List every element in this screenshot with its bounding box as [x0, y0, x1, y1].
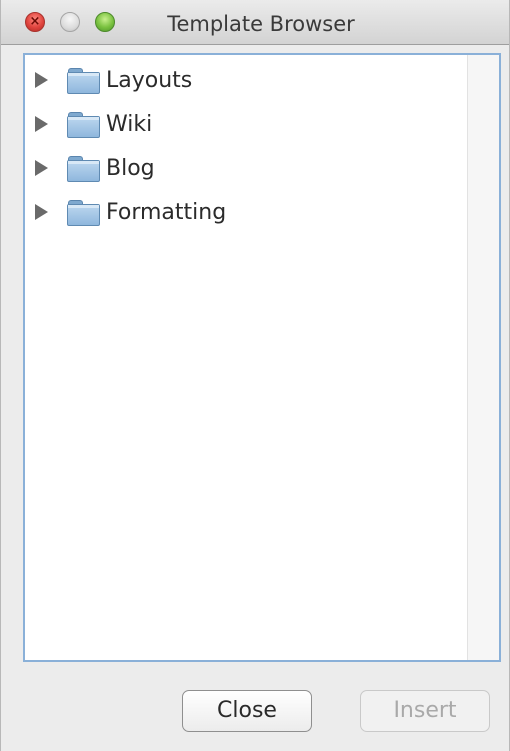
tree-item-label: Formatting [106, 200, 227, 225]
folder-icon [67, 112, 100, 138]
title-bar[interactable]: × Template Browser [1, 0, 509, 45]
close-button[interactable]: Close [182, 690, 312, 732]
tree-item-blog[interactable]: Blog [25, 151, 465, 187]
window-title: Template Browser [167, 12, 355, 36]
disclosure-triangle-icon[interactable] [35, 72, 48, 88]
tree-item-wiki[interactable]: Wiki [25, 107, 465, 143]
vertical-scrollbar[interactable] [467, 55, 499, 660]
tree-item-label: Layouts [106, 68, 193, 93]
disclosure-triangle-icon[interactable] [35, 116, 48, 132]
insert-button[interactable]: Insert [360, 690, 490, 732]
folder-icon [67, 200, 100, 226]
template-tree[interactable]: Layouts Wiki Blog Formatting [23, 53, 501, 662]
tree-item-label: Wiki [106, 112, 153, 137]
folder-icon [67, 68, 100, 94]
tree-item-formatting[interactable]: Formatting [25, 195, 465, 231]
disclosure-triangle-icon[interactable] [35, 204, 48, 220]
tree-item-layouts[interactable]: Layouts [25, 63, 465, 99]
folder-icon [67, 156, 100, 182]
disclosure-triangle-icon[interactable] [35, 160, 48, 176]
template-browser-window: × Template Browser Layouts Wiki Blog For… [0, 0, 510, 751]
tree-item-label: Blog [106, 156, 155, 181]
